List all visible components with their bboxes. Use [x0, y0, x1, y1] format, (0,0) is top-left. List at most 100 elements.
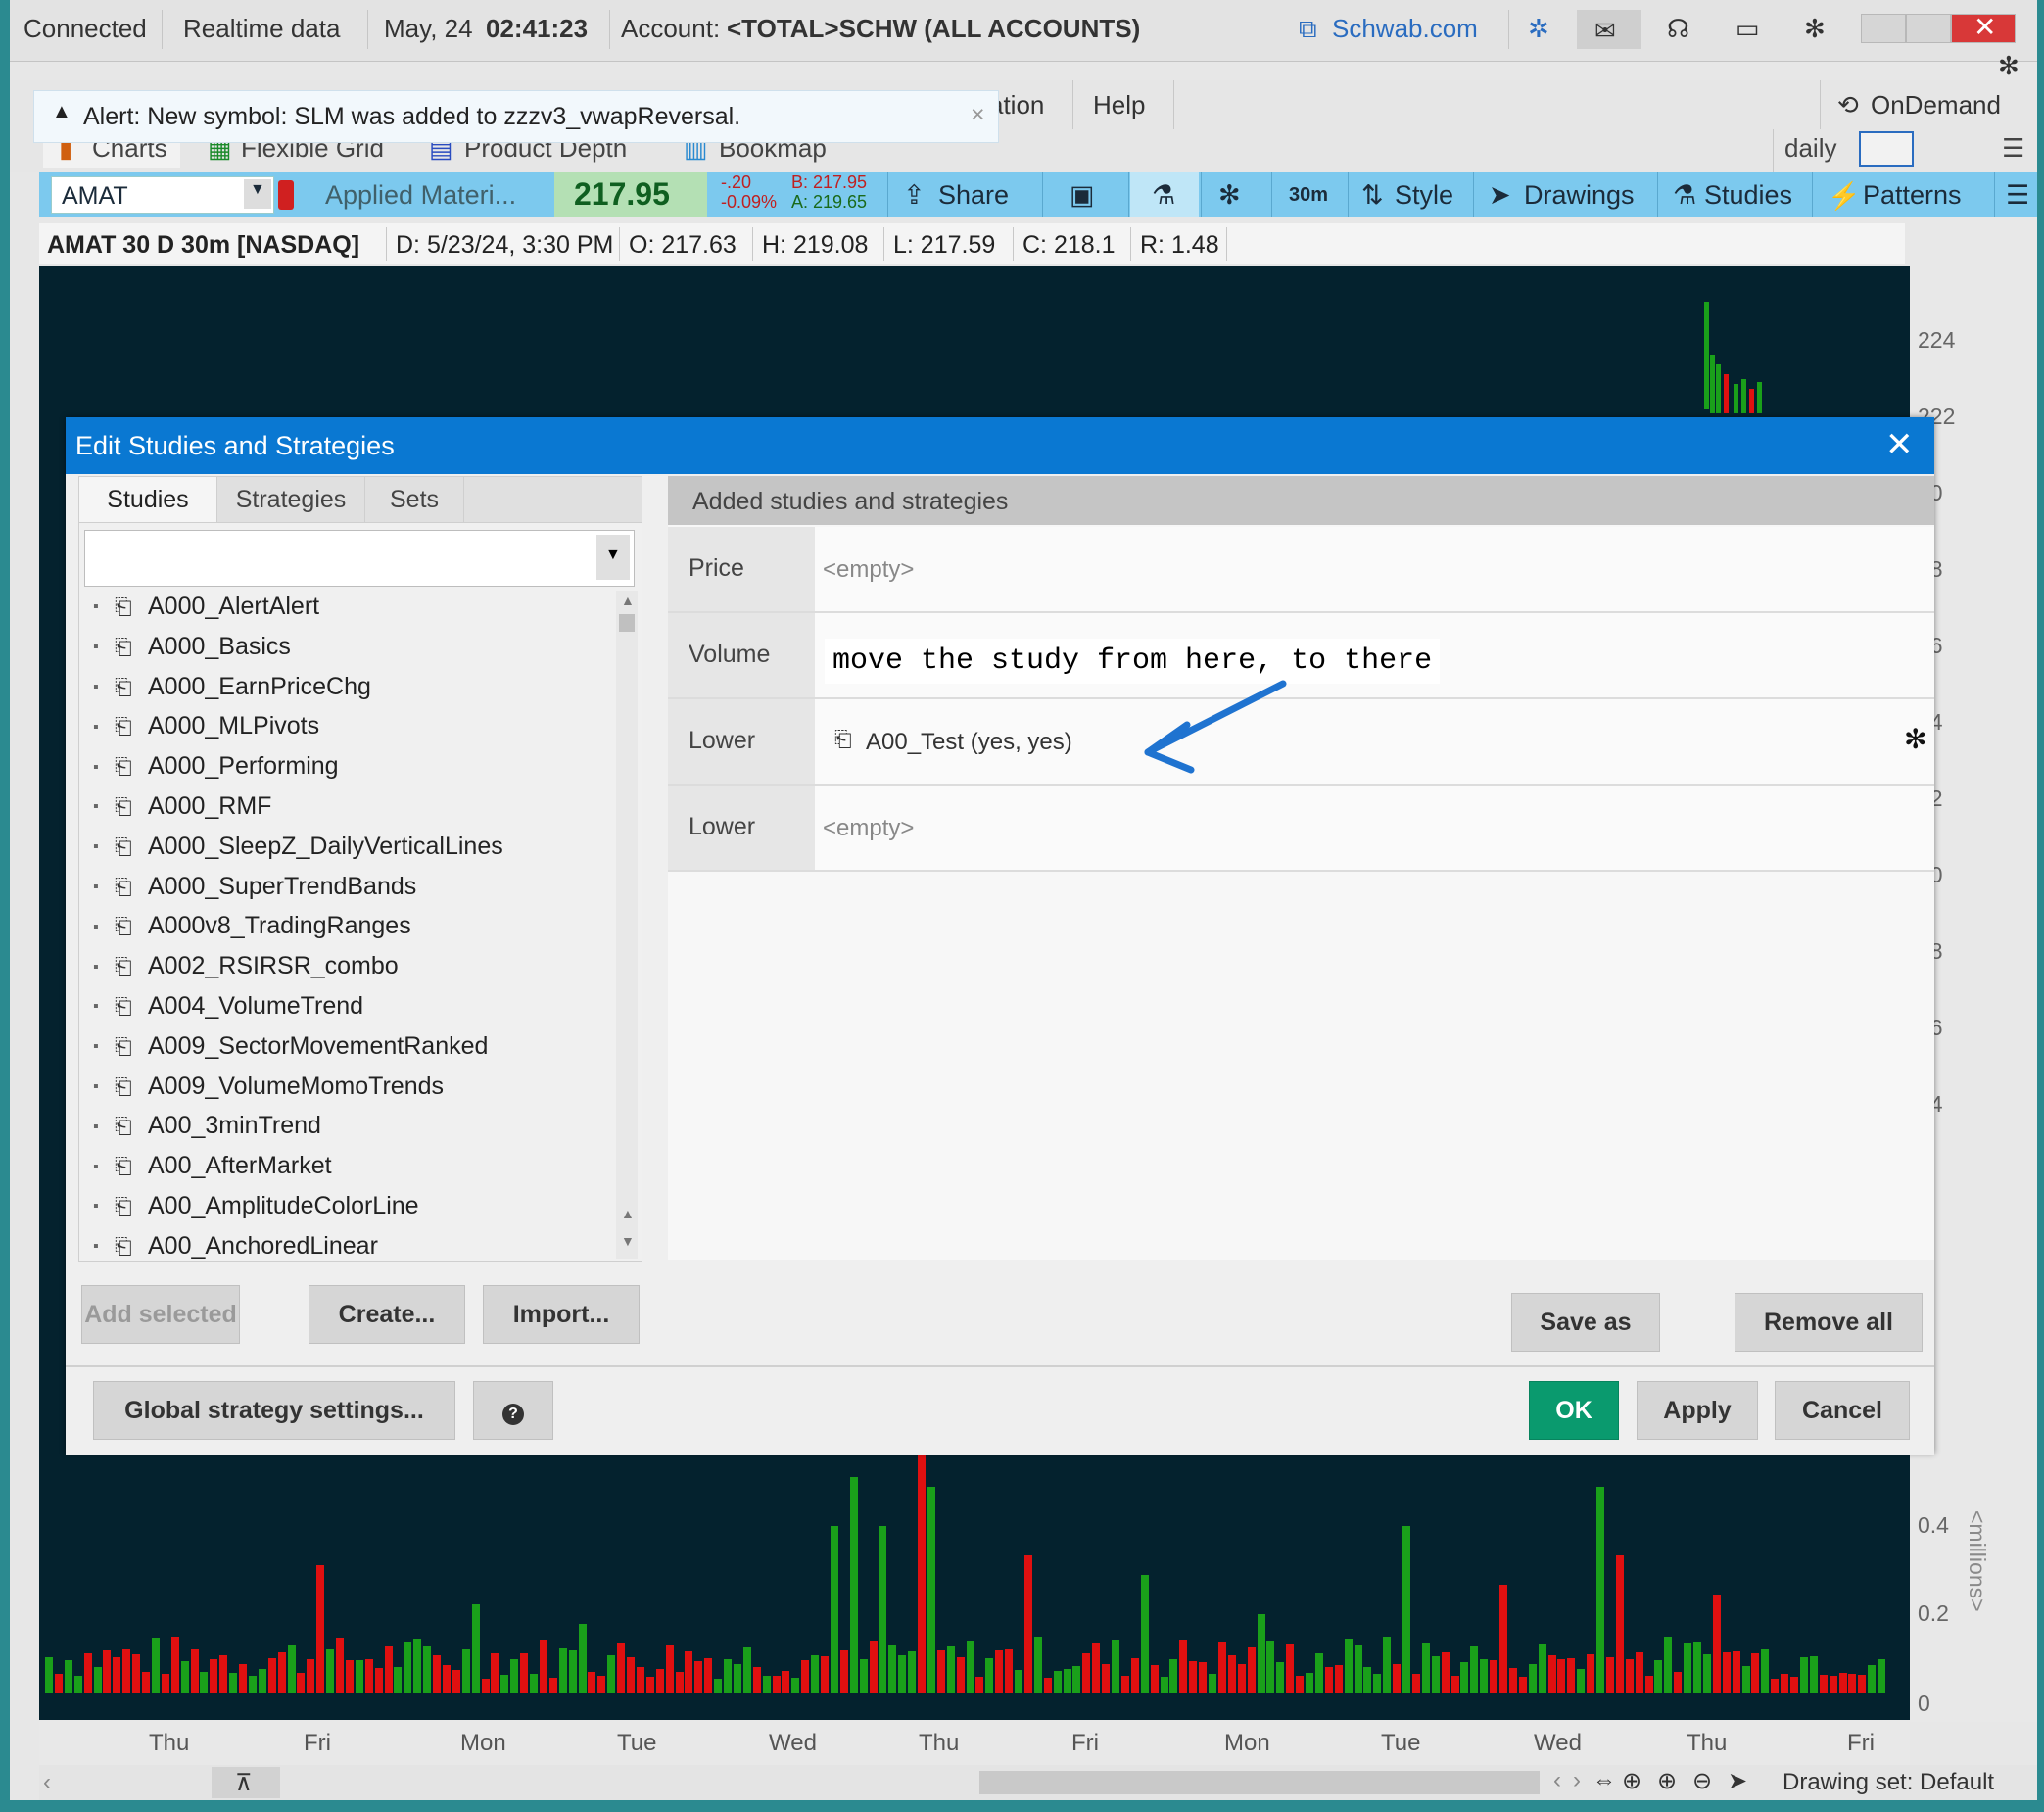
study-list-item[interactable]: ▪ ⎗ A002_RSIRSR_combo [93, 952, 399, 991]
expand-icon[interactable]: ▪ [93, 1159, 115, 1176]
study-list-item[interactable]: ▪ ⎗ A000_AlertAlert [93, 593, 319, 632]
ribbon-icon[interactable]: ✲ [1528, 14, 1549, 44]
study-list-item[interactable]: ▪ ⎗ A000_SuperTrendBands [93, 873, 416, 912]
study-list-item[interactable]: ▪ ⎗ A000_MLPivots [93, 712, 319, 751]
minimize-button[interactable] [1861, 14, 1906, 43]
close-window-button[interactable]: ✕ [1951, 12, 2016, 43]
menu-lines-icon[interactable]: ☰ [2002, 133, 2024, 164]
alert-close-icon[interactable]: × [971, 101, 985, 129]
tab-studies[interactable]: Studies [79, 477, 217, 522]
expand-icon[interactable]: ▪ [93, 719, 115, 737]
collapse-button[interactable]: ⊼ [212, 1767, 280, 1798]
share-button[interactable]: Share [938, 180, 1009, 211]
search-dropdown-icon[interactable]: ▼ [596, 535, 630, 580]
expand-icon[interactable]: ▪ [93, 1198, 115, 1216]
study-list-item[interactable]: ▪ ⎗ A00_AnchoredLinear [93, 1232, 378, 1259]
ok-button[interactable]: OK [1529, 1381, 1619, 1440]
patterns-button[interactable]: Patterns [1863, 180, 1962, 211]
study-list-item[interactable]: ▪ ⎗ A000_Basics [93, 633, 291, 672]
study-list-item[interactable]: ▪ ⎗ A00_AfterMarket [93, 1152, 332, 1191]
expand-icon[interactable]: ▪ [93, 1038, 115, 1056]
schwab-link[interactable]: Schwab.com [1332, 14, 1478, 44]
expand-icon[interactable]: ▪ [93, 679, 115, 696]
global-strategy-settings-button[interactable]: Global strategy settings... [93, 1381, 455, 1440]
chat-icon[interactable]: ▭ [1735, 14, 1760, 44]
symbol-dropdown-icon[interactable]: ▼ [244, 179, 271, 209]
zoom-in-icon[interactable]: ⊕ [1657, 1767, 1677, 1795]
dialog-close-icon[interactable]: ✕ [1885, 425, 1914, 464]
study-list-item[interactable]: ▪ ⎗ A000_SleepZ_DailyVerticalLines [93, 833, 503, 872]
added-study-name[interactable]: A00_Test (yes, yes) [866, 729, 1072, 756]
tab-strategies[interactable]: Strategies [217, 477, 365, 522]
scroll-down-icon[interactable]: ▼ [621, 1233, 635, 1249]
studies-button[interactable]: Studies [1704, 180, 1792, 211]
expand-icon[interactable]: ▪ [93, 798, 115, 816]
scroll-prev-icon[interactable]: ‹ [1553, 1767, 1561, 1794]
study-search-input[interactable]: ▼ [84, 530, 635, 587]
expand-icon[interactable]: ▪ [93, 598, 115, 616]
expand-icon[interactable]: ▪ [93, 998, 115, 1016]
expand-icon[interactable]: ▪ [93, 1119, 115, 1136]
scroll-next-icon[interactable]: › [1573, 1767, 1581, 1794]
study-list-item[interactable]: ▪ ⎗ A00_3minTrend [93, 1112, 321, 1151]
expand-icon[interactable]: ▪ [93, 759, 115, 777]
alert-badge[interactable] [278, 180, 294, 210]
expand-icon[interactable]: ▪ [93, 919, 115, 936]
data-mode[interactable]: Realtime data [183, 14, 340, 44]
tab-sets[interactable]: Sets [365, 477, 464, 522]
pointer-icon[interactable]: ➤ [1728, 1767, 1747, 1795]
study-list-item[interactable]: ▪ ⎗ A009_SectorMovementRanked [93, 1032, 488, 1072]
save-as-set-button[interactable]: Save as set... [1511, 1293, 1660, 1393]
drawings-button[interactable]: Drawings [1524, 180, 1635, 211]
expand-icon[interactable]: ▪ [93, 1238, 115, 1256]
scroll-up-icon-2[interactable]: ▲ [621, 1206, 635, 1221]
flask-button[interactable]: ⚗ [1130, 172, 1199, 217]
pan-icon[interactable]: ⇔ [1592, 1767, 1616, 1794]
import-button[interactable]: Import... [483, 1285, 640, 1344]
layout-selector[interactable] [1859, 131, 1914, 167]
zoom-out-icon[interactable]: ⊖ [1692, 1767, 1712, 1795]
cancel-button[interactable]: Cancel [1775, 1381, 1910, 1440]
expand-icon[interactable]: ▪ [93, 639, 115, 656]
scroll-thumb[interactable] [619, 614, 635, 632]
study-list-scrollbar[interactable]: ▲ ▲ ▼ [616, 591, 638, 1259]
study-list-item[interactable]: ▪ ⎗ A000v8_TradingRanges [93, 912, 411, 951]
chart-settings-gear-icon[interactable]: ✻ [1218, 180, 1241, 211]
horizontal-scrollbar[interactable] [979, 1771, 1540, 1794]
study-list-item[interactable]: ▪ ⎗ A004_VolumeTrend [93, 992, 363, 1031]
expand-icon[interactable]: ▪ [93, 879, 115, 896]
drawing-set-label[interactable]: Drawing set: Default [1783, 1769, 1994, 1796]
ondemand-button[interactable]: OnDemand [1871, 90, 2001, 120]
apply-button[interactable]: Apply [1637, 1381, 1758, 1440]
study-settings-gear-icon[interactable]: ✻ [1904, 723, 1926, 755]
maximize-button[interactable] [1906, 14, 1951, 43]
gear-icon[interactable]: ✻ [1804, 14, 1826, 44]
account-selector[interactable]: <TOTAL>SCHW (ALL ACCOUNTS) [727, 14, 1140, 44]
quick-chart-icon[interactable]: ▣ [1070, 180, 1095, 211]
headset-icon[interactable]: ☊ [1667, 14, 1689, 44]
lower-row-2[interactable]: Lower <empty> [668, 786, 1934, 872]
scroll-left-icon[interactable]: ‹ [43, 1769, 51, 1796]
scroll-up-icon[interactable]: ▲ [621, 593, 635, 608]
expand-icon[interactable]: ▪ [93, 838, 115, 856]
messages-button[interactable]: ✉ [1577, 10, 1641, 49]
study-list-item[interactable]: ▪ ⎗ A000_RMF [93, 792, 271, 832]
help-button[interactable]: ? [473, 1381, 553, 1440]
study-list-item[interactable]: ▪ ⎗ A009_VolumeMomoTrends [93, 1073, 444, 1112]
remove-all-button[interactable]: Remove all [1735, 1293, 1923, 1352]
add-selected-button[interactable]: Add selected [81, 1285, 240, 1344]
study-list-item[interactable]: ▪ ⎗ A00_AmplitudeColorLine [93, 1192, 419, 1231]
crosshair-icon[interactable]: ⊕ [1622, 1767, 1641, 1795]
menu-help[interactable]: Help [1093, 90, 1145, 120]
expand-icon[interactable]: ▪ [93, 959, 115, 977]
study-list-item[interactable]: ▪ ⎗ A000_Performing [93, 752, 339, 791]
aggregation-label[interactable]: daily [1784, 133, 1836, 164]
study-list-item[interactable]: ▪ ⎗ A000_EarnPriceChg [93, 673, 371, 712]
timeframe-button[interactable]: 30m [1289, 184, 1328, 207]
symbol-input[interactable]: AMAT ▼ [51, 176, 274, 214]
price-row[interactable]: Price <empty> [668, 527, 1934, 613]
settings-gear-icon[interactable]: ✻ [1998, 51, 2020, 81]
toolbar-menu-icon[interactable]: ☰ [2006, 180, 2029, 211]
style-button[interactable]: Style [1395, 180, 1453, 211]
expand-icon[interactable]: ▪ [93, 1078, 115, 1096]
